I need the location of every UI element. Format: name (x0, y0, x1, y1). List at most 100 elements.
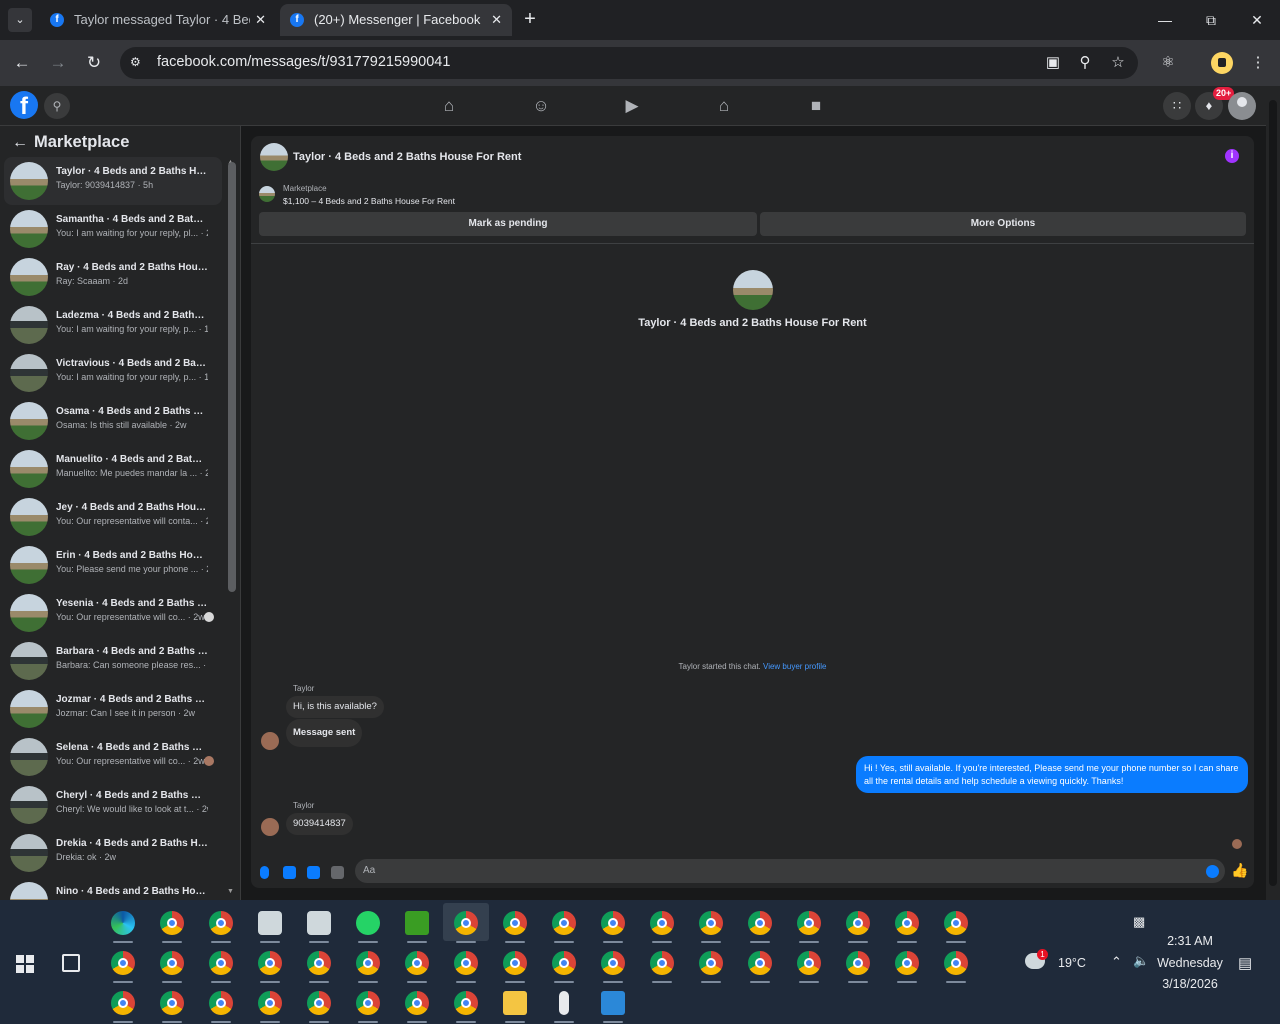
conversation-item[interactable]: Jozmar · 4 Beds and 2 Baths House For Re… (4, 685, 222, 733)
chrome-app-icon[interactable] (895, 911, 919, 935)
incoming-message[interactable]: Message sent (286, 719, 363, 747)
chrome-app-icon[interactable] (160, 991, 184, 1015)
chrome-app-icon[interactable] (405, 951, 429, 975)
chrome-app-icon[interactable] (111, 991, 135, 1015)
page-scroll-thumb[interactable] (1269, 100, 1277, 886)
marketplace-icon[interactable]: ⌂ (706, 94, 742, 118)
chrome-app-icon[interactable] (405, 991, 429, 1015)
edge-app-icon[interactable] (111, 911, 135, 935)
conversation-item[interactable]: Samantha · 4 Beds and 2 Baths House For … (4, 205, 222, 253)
conversation-item[interactable]: Victravious · 4 Beds and 2 Baths House F… (4, 349, 222, 397)
address-bar[interactable]: ⚙ facebook.com/messages/t/93177921599004… (120, 47, 1138, 79)
conversation-item[interactable]: Taylor · 4 Beds and 2 Baths House For Re… (4, 157, 222, 205)
menu-grid-icon[interactable]: ∷ (1163, 92, 1191, 120)
mark-pending-button[interactable]: Mark as pending (259, 212, 757, 236)
chrome-app-icon[interactable] (454, 951, 478, 975)
conversation-item[interactable]: Barbara · 4 Beds and 2 Baths House For R… (4, 637, 222, 685)
chrome-app-icon[interactable] (895, 951, 919, 975)
chrome-app-icon[interactable] (160, 911, 184, 935)
conversation-item[interactable]: Yesenia · 4 Beds and 2 Baths House For R… (4, 589, 222, 637)
chrome-app-icon[interactable] (356, 991, 380, 1015)
gif-icon[interactable] (331, 866, 344, 879)
chrome-app-icon[interactable] (258, 991, 282, 1015)
install-app-icon[interactable]: ▣ (1042, 53, 1064, 73)
chrome-app-icon[interactable] (552, 911, 576, 935)
temperature[interactable]: 19°C (1052, 956, 1092, 970)
video-icon[interactable]: ▶ (614, 94, 650, 118)
facebook-logo-icon[interactable]: f (10, 91, 38, 119)
folder-app-icon[interactable] (503, 991, 527, 1015)
chrome-app-icon[interactable] (552, 951, 576, 975)
browser-menu-icon[interactable]: ⋮ (1246, 51, 1270, 75)
forward-button[interactable]: → (46, 51, 70, 75)
chrome-app-icon[interactable] (503, 951, 527, 975)
task-view-icon[interactable] (62, 954, 80, 972)
grn-app-icon[interactable] (405, 911, 429, 935)
blue-app-icon[interactable] (601, 991, 625, 1015)
chrome-app-icon[interactable] (111, 951, 135, 975)
page-scrollbar[interactable] (1266, 86, 1280, 900)
mic-app-icon[interactable] (559, 991, 569, 1015)
incoming-message[interactable]: Hi, is this available? (286, 696, 384, 718)
home-icon[interactable]: ⌂ (431, 94, 467, 118)
back-button[interactable]: ← (10, 51, 34, 75)
conversation-item[interactable]: Ray · 4 Beds and 2 Baths House For Rent … (4, 253, 222, 301)
chrome-app-icon[interactable] (846, 951, 870, 975)
chrome-app-icon[interactable] (209, 991, 233, 1015)
chrome-app-icon[interactable] (209, 951, 233, 975)
view-buyer-profile-link[interactable]: View buyer profile (763, 662, 826, 671)
volume-icon[interactable]: 🔈 (1133, 953, 1149, 969)
photo-icon[interactable] (283, 866, 296, 879)
clock-day[interactable]: Wednesday (1155, 956, 1225, 970)
conversation-item[interactable]: Drekia · 4 Beds and 2 Baths House For Re… (4, 829, 222, 877)
thumbs-up-icon[interactable]: 👍 (1231, 862, 1248, 879)
scroll-down-icon[interactable]: ▼ (227, 888, 234, 895)
chrome-app-icon[interactable] (650, 911, 674, 935)
sender-avatar[interactable] (261, 732, 279, 750)
chrome-app-icon[interactable] (209, 911, 233, 935)
sender-avatar[interactable] (261, 818, 279, 836)
network-icon[interactable]: ▩ (1133, 914, 1145, 930)
chrome-app-icon[interactable] (944, 911, 968, 935)
bookmark-star-icon[interactable]: ☆ (1107, 53, 1129, 73)
chrome-app-icon[interactable] (307, 951, 331, 975)
chrome-app-icon[interactable] (258, 951, 282, 975)
chrome-app-icon[interactable] (356, 951, 380, 975)
chrome-app-icon[interactable] (307, 991, 331, 1015)
sq-app-icon[interactable] (258, 911, 282, 935)
extensions-icon[interactable]: ⚛ (1156, 51, 1180, 75)
conversation-item[interactable]: Selena · 4 Beds and 2 Baths House For Re… (4, 733, 222, 781)
windows-start-icon[interactable] (16, 955, 34, 973)
tab-close-icon[interactable]: ✕ (491, 4, 502, 36)
tab-taylor-messaged[interactable]: f Taylor messaged Taylor · 4 Beds ✕ (40, 4, 276, 36)
outgoing-message[interactable]: Hi ! Yes, still available. If you're int… (856, 756, 1248, 793)
chrome-app-icon[interactable] (454, 911, 478, 935)
wa-app-icon[interactable] (356, 911, 380, 935)
back-arrow-icon[interactable]: ← (12, 134, 34, 152)
chrome-app-icon[interactable] (454, 991, 478, 1015)
conversation-item[interactable]: Manuelito · 4 Beds and 2 Baths House For… (4, 445, 222, 493)
chrome-app-icon[interactable] (601, 951, 625, 975)
tab-search-button[interactable]: ⌄ (8, 8, 32, 32)
conversation-item[interactable]: Ladezma · 4 Beds and 2 Baths House For R… (4, 301, 222, 349)
conversation-item[interactable]: Osama · 4 Beds and 2 Baths House For Ren… (4, 397, 222, 445)
restore-button[interactable]: ⧉ (1196, 8, 1226, 32)
sticker-icon[interactable] (307, 866, 320, 879)
chrome-app-icon[interactable] (699, 951, 723, 975)
account-avatar[interactable] (1228, 92, 1256, 120)
chrome-app-icon[interactable] (160, 951, 184, 975)
clock-time[interactable]: 2:31 AM (1160, 934, 1220, 948)
chrome-app-icon[interactable] (748, 951, 772, 975)
microphone-icon[interactable] (260, 866, 269, 879)
friends-icon[interactable]: ☺ (523, 94, 559, 118)
show-hidden-icons-icon[interactable]: ⌃ (1111, 954, 1122, 970)
chrome-app-icon[interactable] (797, 951, 821, 975)
conversation-item[interactable]: Cheryl · 4 Beds and 2 Baths House For Re… (4, 781, 222, 829)
info-icon[interactable]: i (1225, 149, 1239, 163)
reload-button[interactable]: ↻ (82, 51, 106, 75)
chrome-app-icon[interactable] (846, 911, 870, 935)
chrome-app-icon[interactable] (797, 911, 821, 935)
conversation-item[interactable]: Jey · 4 Beds and 2 Baths House For Rent … (4, 493, 222, 541)
conversation-item[interactable]: Erin · 4 Beds and 2 Baths House For Rent… (4, 541, 222, 589)
chrome-app-icon[interactable] (650, 951, 674, 975)
